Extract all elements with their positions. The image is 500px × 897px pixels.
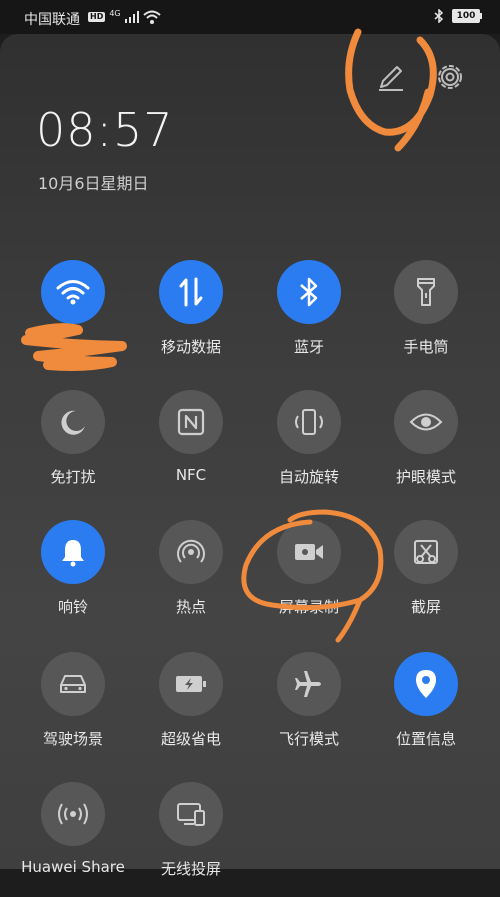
location-icon — [416, 670, 436, 698]
wifi-toggle[interactable] — [41, 260, 105, 324]
edit-button[interactable] — [374, 60, 408, 94]
nfc-toggle[interactable] — [159, 390, 223, 454]
tile-do-not-disturb[interactable]: 免打扰 — [18, 390, 128, 505]
auto-rotate-toggle[interactable] — [277, 390, 341, 454]
date: 10月6日星期日 — [38, 174, 149, 193]
status-bar: 中国联通 HD 4G 100 — [0, 0, 500, 34]
wireless-projection-toggle[interactable] — [159, 782, 223, 846]
signal-icon — [124, 11, 139, 23]
hotspot-toggle[interactable] — [159, 520, 223, 584]
tile-wifi[interactable] — [18, 260, 128, 375]
screenshot-icon — [414, 540, 438, 564]
tile-label: 响铃 — [57, 598, 88, 616]
flashlight-icon — [417, 278, 435, 306]
tile-label: 免打扰 — [50, 468, 96, 486]
settings-button[interactable] — [432, 59, 468, 95]
gear-icon — [438, 65, 462, 89]
screenshot-toggle[interactable] — [394, 520, 458, 584]
tile-airplane-mode[interactable]: 飞行模式 — [254, 652, 364, 767]
tile-bluetooth[interactable]: 蓝牙 — [254, 260, 364, 375]
moon-icon — [61, 410, 85, 435]
network-type: 4G — [109, 8, 121, 18]
wireless-projection-icon — [177, 803, 205, 826]
auto-rotate-icon — [295, 409, 323, 435]
tile-nfc[interactable]: NFC — [136, 390, 246, 505]
carrier-name: 中国联通 — [24, 12, 80, 28]
battery-saver-icon — [176, 676, 206, 692]
bell-icon — [62, 540, 84, 567]
wifi-status-icon — [142, 10, 161, 24]
tile-label: 飞行模式 — [278, 730, 339, 748]
tile-label: NFC — [175, 466, 207, 484]
tile-label: 截屏 — [410, 598, 441, 616]
tile-label: 自动旋转 — [278, 468, 339, 486]
tile-label: 驾驶场景 — [42, 730, 103, 748]
mobile-data-toggle[interactable] — [159, 260, 223, 324]
tile-ringer[interactable]: 响铃 — [18, 520, 128, 635]
tile-super-power-saving[interactable]: 超级省电 — [136, 652, 246, 767]
tile-screen-recording[interactable]: 屏幕录制 — [254, 520, 364, 635]
video-camera-icon — [295, 544, 323, 560]
bluetooth-toggle[interactable] — [277, 260, 341, 324]
tile-wireless-projection[interactable]: 无线投屏 — [136, 782, 246, 897]
driving-mode-toggle[interactable] — [41, 652, 105, 716]
tile-label: 蓝牙 — [293, 338, 324, 356]
super-power-saving-toggle[interactable] — [159, 652, 223, 716]
car-icon — [60, 675, 86, 693]
tile-flashlight[interactable]: 手电筒 — [371, 260, 481, 375]
tile-hotspot[interactable]: 热点 — [136, 520, 246, 635]
dnd-toggle[interactable] — [41, 390, 105, 454]
tile-label: 位置信息 — [395, 730, 456, 748]
tile-label: 移动数据 — [160, 338, 221, 356]
huawei-share-toggle[interactable] — [41, 782, 105, 846]
tile-driving-mode[interactable]: 驾驶场景 — [18, 652, 128, 767]
tile-auto-rotate[interactable]: 自动旋转 — [254, 390, 364, 505]
airplane-mode-toggle[interactable] — [277, 652, 341, 716]
tile-screenshot[interactable]: 截屏 — [371, 520, 481, 635]
hotspot-icon — [177, 539, 205, 563]
tile-label: 屏幕录制 — [278, 598, 339, 616]
eye-icon — [409, 413, 443, 431]
tile-label: 热点 — [175, 598, 206, 616]
clock: 08:57 — [36, 103, 174, 157]
screen-recording-toggle[interactable] — [277, 520, 341, 584]
bluetooth-status-icon — [434, 9, 444, 23]
battery-indicator: 100 — [452, 9, 482, 23]
mobile-data-icon — [179, 277, 203, 307]
tile-label: 护眼模式 — [395, 468, 456, 486]
tile-huawei-share[interactable]: Huawei Share — [18, 782, 128, 897]
tile-eye-comfort[interactable]: 护眼模式 — [371, 390, 481, 505]
ringer-toggle[interactable] — [41, 520, 105, 584]
tile-label: 手电筒 — [403, 338, 449, 356]
huawei-share-icon — [58, 803, 88, 825]
status-right: 100 — [434, 9, 482, 23]
pencil-icon — [379, 66, 403, 91]
flashlight-toggle[interactable] — [394, 260, 458, 324]
tile-mobile-data[interactable]: 移动数据 — [136, 260, 246, 375]
tile-label: Huawei Share — [21, 858, 125, 876]
signal-indicators: HD 4G — [88, 8, 161, 24]
bluetooth-icon — [300, 277, 318, 307]
nfc-icon — [177, 408, 205, 436]
hd-badge: HD — [88, 12, 106, 22]
eye-comfort-toggle[interactable] — [394, 390, 458, 454]
airplane-icon — [295, 671, 321, 697]
wifi-icon — [56, 280, 90, 305]
location-toggle[interactable] — [394, 652, 458, 716]
tile-label: 超级省电 — [160, 730, 221, 748]
tile-location[interactable]: 位置信息 — [371, 652, 481, 767]
